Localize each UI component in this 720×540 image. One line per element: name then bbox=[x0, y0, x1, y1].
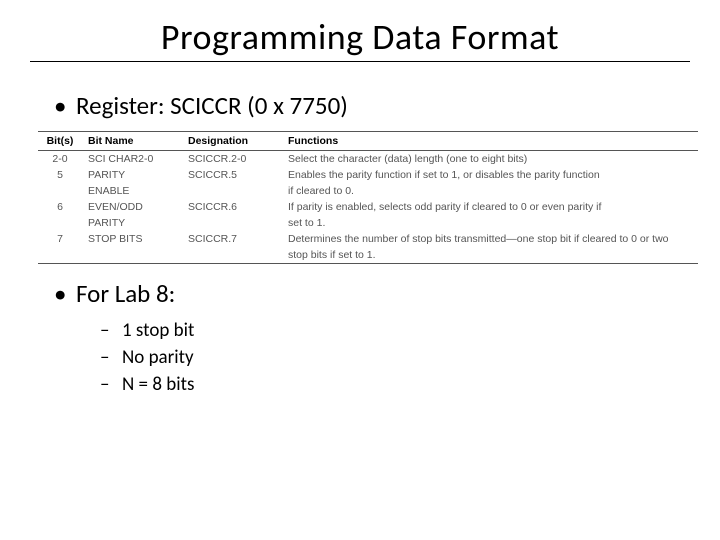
td-func: set to 1. bbox=[286, 215, 698, 231]
table-row: ENABLE if cleared to 0. bbox=[38, 183, 698, 199]
bullet-register-text: Register: SCICCR (0 x 7750) bbox=[76, 90, 348, 121]
bullet-register: • Register: SCICCR (0 x 7750) bbox=[54, 90, 690, 121]
bullet-dot-icon: • bbox=[54, 90, 76, 121]
th-func: Functions bbox=[286, 132, 698, 151]
th-name: Bit Name bbox=[86, 132, 186, 151]
td-name: PARITY bbox=[86, 167, 186, 183]
td-name: EVEN/ODD bbox=[86, 199, 186, 215]
slide-body: • Register: SCICCR (0 x 7750) Bit(s) Bit… bbox=[30, 62, 690, 396]
td-bits: 6 bbox=[38, 199, 86, 215]
td-func: If parity is enabled, selects odd parity… bbox=[286, 199, 698, 215]
slide-title: Programming Data Format bbox=[70, 15, 650, 59]
td-desig bbox=[186, 247, 286, 264]
register-table-wrap: Bit(s) Bit Name Designation Functions 2-… bbox=[38, 131, 690, 264]
td-name: PARITY bbox=[86, 215, 186, 231]
subbullet-parity: – No parity bbox=[100, 346, 690, 369]
th-desig: Designation bbox=[186, 132, 286, 151]
td-name: SCI CHAR2-0 bbox=[86, 151, 186, 168]
subbullet-stop: – 1 stop bit bbox=[100, 319, 690, 342]
bullet-dash-icon: – bbox=[100, 373, 122, 396]
table-row: 6 EVEN/ODD SCICCR.6 If parity is enabled… bbox=[38, 199, 698, 215]
td-func: Enables the parity function if set to 1,… bbox=[286, 167, 698, 183]
bullet-forlab-text: For Lab 8: bbox=[76, 278, 175, 309]
register-table: Bit(s) Bit Name Designation Functions 2-… bbox=[38, 131, 698, 264]
table-header-row: Bit(s) Bit Name Designation Functions bbox=[38, 132, 698, 151]
td-bits: 2-0 bbox=[38, 151, 86, 168]
td-bits bbox=[38, 183, 86, 199]
td-func: Select the character (data) length (one … bbox=[286, 151, 698, 168]
table-row: 2-0 SCI CHAR2-0 SCICCR.2-0 Select the ch… bbox=[38, 151, 698, 168]
td-desig: SCICCR.7 bbox=[186, 231, 286, 247]
subbullet-stop-text: 1 stop bit bbox=[122, 319, 194, 342]
td-desig: SCICCR.6 bbox=[186, 199, 286, 215]
td-desig bbox=[186, 215, 286, 231]
td-bits bbox=[38, 215, 86, 231]
th-bits: Bit(s) bbox=[38, 132, 86, 151]
td-bits bbox=[38, 247, 86, 264]
td-name: STOP BITS bbox=[86, 231, 186, 247]
td-func: if cleared to 0. bbox=[286, 183, 698, 199]
subbullet-nbits-text: N = 8 bits bbox=[122, 373, 194, 396]
table-row: PARITY set to 1. bbox=[38, 215, 698, 231]
title-wrap: Programming Data Format bbox=[30, 10, 690, 62]
table-row: 7 STOP BITS SCICCR.7 Determines the numb… bbox=[38, 231, 698, 247]
td-func: stop bits if set to 1. bbox=[286, 247, 698, 264]
td-name: ENABLE bbox=[86, 183, 186, 199]
table-row: 5 PARITY SCICCR.5 Enables the parity fun… bbox=[38, 167, 698, 183]
subbullet-nbits: – N = 8 bits bbox=[100, 373, 690, 396]
bullet-dash-icon: – bbox=[100, 346, 122, 369]
td-desig: SCICCR.2-0 bbox=[186, 151, 286, 168]
table-row: stop bits if set to 1. bbox=[38, 247, 698, 264]
slide: Programming Data Format • Register: SCIC… bbox=[0, 0, 720, 540]
subbullet-parity-text: No parity bbox=[122, 346, 194, 369]
td-func: Determines the number of stop bits trans… bbox=[286, 231, 698, 247]
td-desig: SCICCR.5 bbox=[186, 167, 286, 183]
bullet-forlab: • For Lab 8: bbox=[54, 278, 690, 309]
bullet-dash-icon: – bbox=[100, 319, 122, 342]
td-bits: 5 bbox=[38, 167, 86, 183]
td-name bbox=[86, 247, 186, 264]
bullet-dot-icon: • bbox=[54, 278, 76, 309]
td-desig bbox=[186, 183, 286, 199]
td-bits: 7 bbox=[38, 231, 86, 247]
